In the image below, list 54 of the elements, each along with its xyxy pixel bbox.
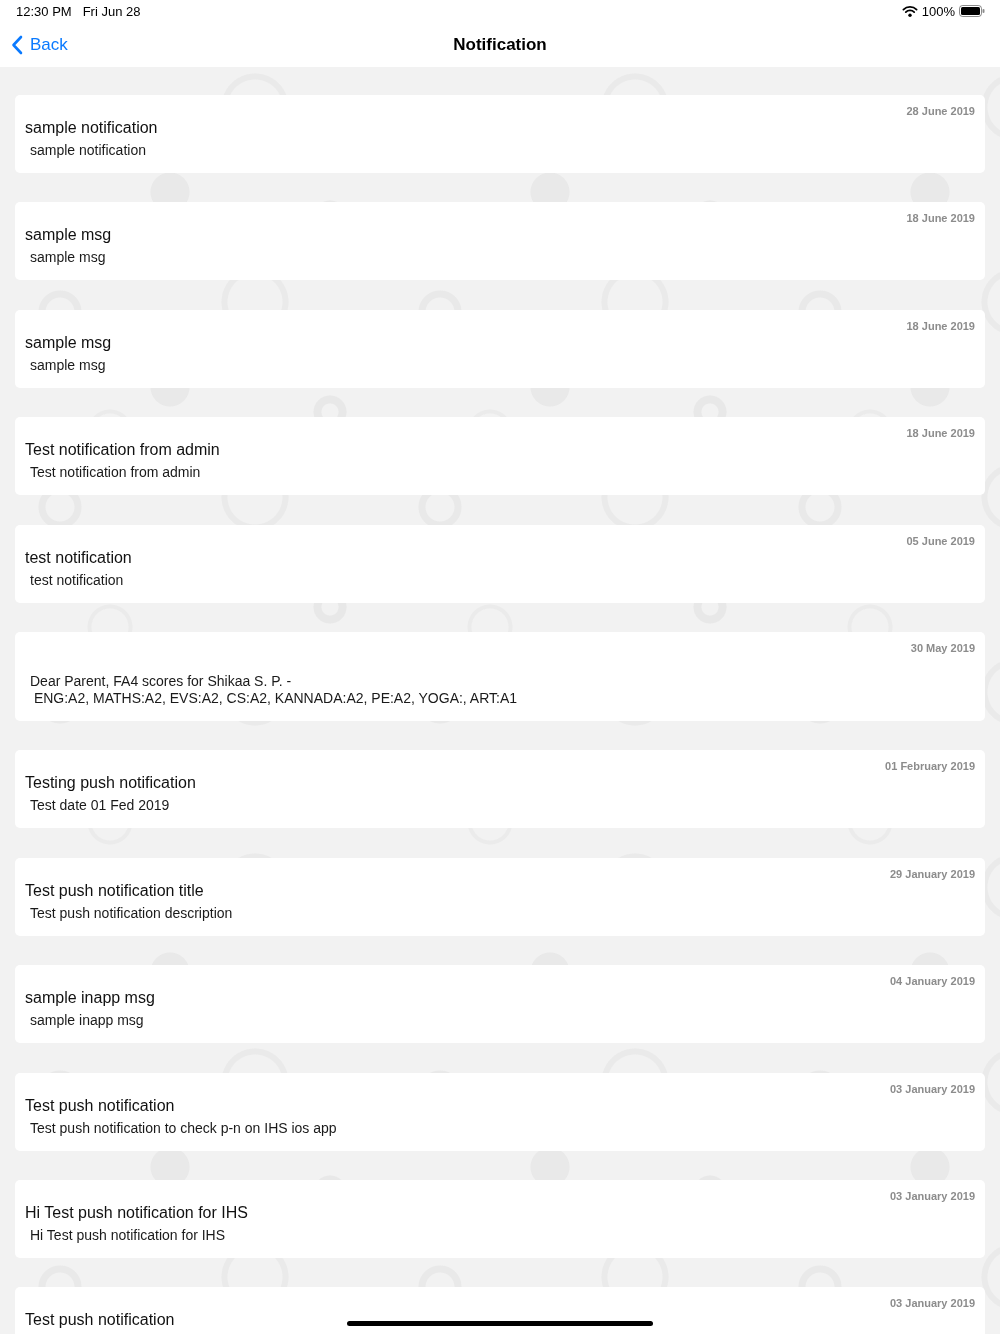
notification-date: 30 May 2019 [910, 641, 975, 654]
notification-description: Test push notification to check p-n on IHS ios app [30, 1119, 337, 1137]
notification-date: 01 February 2019 [885, 760, 975, 773]
chevron-left-icon [11, 34, 23, 55]
notification-title: test notification [25, 548, 132, 567]
notification-card[interactable]: 30 May 2019 Dear Parent, FA4 scores for Shikaa S. P. - ENG:A2, MATHS:A2, EVS:A2, CS:A2, KANNADA:A2, PE:A2, YOGA:, ART:A1 [15, 631, 985, 721]
notification-title: sample msg [25, 333, 112, 352]
notification-description: Test push notification description [30, 904, 233, 922]
notification-date: 03 January 2019 [890, 1297, 975, 1310]
notification-description: Test date 01 Fed 2019 [30, 797, 170, 815]
notification-date: 03 January 2019 [890, 1082, 975, 1095]
status-date: Fri Jun 28 [82, 3, 141, 19]
notification-date: 29 January 2019 [890, 867, 975, 880]
notification-description: test notification [30, 571, 124, 589]
notification-description: Test notification from admin [30, 464, 201, 482]
notification-date: 03 January 2019 [890, 1189, 975, 1202]
notification-card[interactable]: 18 June 2019 sample msg sample msg [15, 202, 985, 281]
notification-title: Test push notification [25, 1311, 175, 1330]
notification-date: 18 June 2019 [906, 319, 975, 332]
notification-card[interactable]: 03 January 2019 Hi Test push notification for IHS Hi Test push notification for IHS [15, 1179, 985, 1258]
wifi-icon [901, 5, 918, 17]
notification-title: Test push notification [25, 1096, 175, 1115]
notification-description: sample msg [30, 249, 106, 267]
notification-card[interactable]: 28 June 2019 sample notification sample notification [15, 95, 985, 173]
notification-title: Hi Test push notification for IHS [25, 1203, 248, 1222]
battery-icon [959, 5, 985, 17]
notification-card[interactable]: 03 January 2019 Test push notification Test push notification to check p-n on IHS ios app [15, 1072, 985, 1151]
battery-percent: 100% [921, 3, 955, 19]
notification-date: 28 June 2019 [906, 105, 975, 117]
notification-card[interactable]: 18 June 2019 Test notification from admin Test notification from admin [15, 417, 985, 496]
back-button[interactable]: Back [9, 32, 70, 57]
notification-description: sample inapp msg [30, 1012, 144, 1030]
notification-card[interactable]: 01 February 2019 Testing push notification Test date 01 Fed 2019 [15, 750, 985, 829]
notification-date: 18 June 2019 [906, 427, 975, 440]
notification-description: sample msg [30, 356, 106, 374]
notification-card[interactable]: 18 June 2019 sample msg sample msg [15, 309, 985, 388]
notification-card[interactable]: 29 January 2019 Test push notification title Test push notification description [15, 857, 985, 936]
status-time: 12:30 PM [16, 3, 72, 19]
notification-card[interactable]: 05 June 2019 test notification test notification [15, 524, 985, 603]
notification-title: sample msg [25, 226, 112, 245]
notification-date: 18 June 2019 [906, 212, 975, 225]
notification-description: Hi Test push notification for IHS [30, 1226, 226, 1244]
notification-title: Test notification from admin [25, 441, 220, 460]
notification-title: Testing push notification [25, 774, 196, 793]
notification-date: 05 June 2019 [906, 534, 975, 547]
notification-description: sample notification [30, 142, 146, 159]
notification-title: Test push notification title [25, 881, 204, 900]
notification-card[interactable]: 03 January 2019 Test push notification [15, 1287, 985, 1334]
notification-card[interactable]: 04 January 2019 sample inapp msg sample inapp msg [15, 965, 985, 1044]
nav-title: Notification [453, 34, 547, 55]
notification-date: 04 January 2019 [890, 975, 975, 988]
notification-title: sample notification [25, 119, 158, 137]
notification-title: sample inapp msg [25, 989, 155, 1008]
notification-description: Dear Parent, FA4 scores for Shikaa S. P. - ENG:A2, MATHS:A2, EVS:A2, CS:A2, KANNADA:A2, PE:A2, YOGA:, ART:A1 [30, 672, 518, 707]
